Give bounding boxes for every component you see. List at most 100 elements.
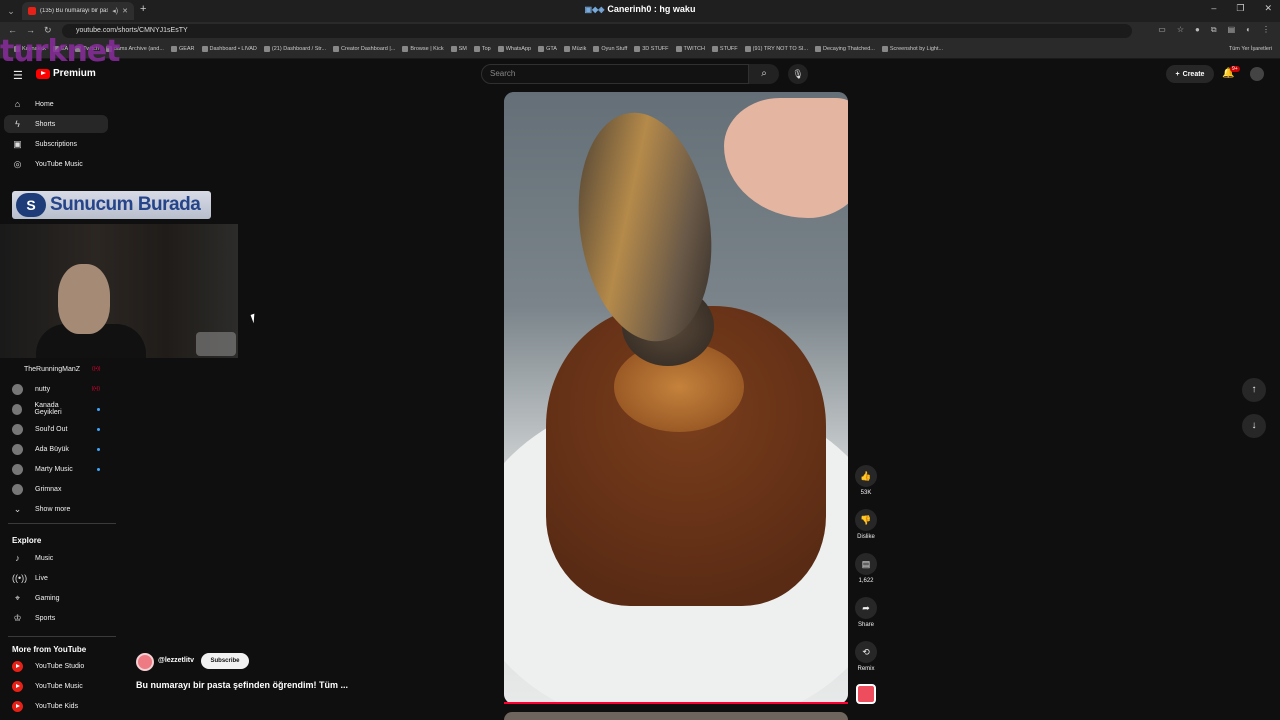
sidebar-icon[interactable]: ▤ xyxy=(1228,25,1236,35)
minimize-icon[interactable]: – xyxy=(1211,3,1216,14)
bookmark-item[interactable]: Müzik xyxy=(563,46,586,52)
previous-short-arrow-icon[interactable]: ↑ xyxy=(1242,378,1266,402)
microphone-icon[interactable]: 🎙 xyxy=(788,64,808,84)
extension-icon[interactable]: ● xyxy=(1195,25,1200,35)
search-input[interactable]: Search xyxy=(481,64,749,84)
comments-action[interactable]: ▤ 1,622 xyxy=(854,553,878,584)
subscribe-button[interactable]: Subscribe xyxy=(201,653,249,669)
cast-icon[interactable]: ▭ xyxy=(1158,25,1166,35)
sidebar-item-sports[interactable]: ♔ Sports xyxy=(4,609,108,627)
show-more-button[interactable]: ⌄ Show more xyxy=(4,500,108,518)
next-short-arrow-icon[interactable]: ↓ xyxy=(1242,414,1266,438)
sidebar-item-label: Ada Büyük xyxy=(35,445,69,453)
create-button[interactable]: + Create xyxy=(1166,65,1214,83)
new-tab-icon[interactable]: + xyxy=(140,3,146,15)
youtube-red-icon xyxy=(12,700,23,712)
bookmark-item[interactable]: Top xyxy=(473,46,491,52)
audio-icon[interactable]: ◂) xyxy=(112,7,118,15)
like-action[interactable]: 👍 53K xyxy=(854,465,878,496)
address-bar: ← → ↻ youtube.com/shorts/CMNYJ1sEsTY ▭ ☆… xyxy=(0,22,1280,40)
sidebar-item-label: Marty Music xyxy=(35,465,73,473)
bookmark-item[interactable]: 3D STUFF xyxy=(634,46,669,52)
sidebar-item-subscriptions[interactable]: ▣ Subscriptions xyxy=(4,135,108,153)
bookmark-favicon-icon xyxy=(170,46,177,52)
youtube-logo[interactable]: Premium xyxy=(36,68,96,79)
bookmark-item[interactable]: STUFF xyxy=(711,46,738,52)
menu-icon[interactable]: ⋮ xyxy=(1262,25,1270,35)
bookmark-item[interactable]: Dashboard • LIVAD xyxy=(201,46,257,52)
remix-icon[interactable]: ⟲ xyxy=(855,641,877,663)
browser-tab[interactable]: (135) Bu numarayı bir pasta... ◂) ✕ xyxy=(22,2,134,20)
bookmark-item[interactable]: Screenshot by Light... xyxy=(881,46,943,52)
comment-count: 1,622 xyxy=(858,578,874,584)
dislike-icon[interactable]: 👎 xyxy=(855,509,877,531)
sidebar-item-youtube-music[interactable]: ◎ YouTube Music xyxy=(4,155,108,173)
search-icon[interactable]: ⌕ xyxy=(749,64,779,84)
all-bookmarks[interactable]: Tüm Yer İşaretleri xyxy=(1229,46,1272,52)
bookmark-item[interactable]: Browse | Kick xyxy=(402,46,444,52)
account-avatar[interactable] xyxy=(1250,67,1264,81)
bookmark-item[interactable]: WhatsApp xyxy=(497,46,531,52)
comment-icon[interactable]: ▤ xyxy=(855,553,877,575)
sidebar-item-home[interactable]: ⌂ Home xyxy=(4,95,108,113)
sidebar-item-live[interactable]: ((•)) Live xyxy=(4,569,108,587)
subscription-item[interactable]: Grimnax xyxy=(4,480,108,498)
video-progress-bar[interactable] xyxy=(504,702,848,704)
next-short-preview[interactable] xyxy=(504,712,848,720)
channel-avatar xyxy=(12,423,23,435)
bookmark-item[interactable]: Oyun Stuff xyxy=(593,46,627,52)
subscription-item[interactable]: nutty ((•)) xyxy=(4,380,108,398)
live-icon: ((•)) xyxy=(12,573,28,583)
share-icon[interactable]: ➦ xyxy=(855,597,877,619)
shorts-video-player[interactable] xyxy=(504,92,848,704)
bookmark-item[interactable]: GTA xyxy=(538,46,557,52)
bookmark-item[interactable]: SM xyxy=(450,46,467,52)
channel-avatar xyxy=(12,383,23,395)
bookmark-star-icon[interactable]: ☆ xyxy=(1177,25,1184,35)
puzzle-icon[interactable]: ⧉ xyxy=(1211,25,1217,35)
subscription-item[interactable]: Ada Büyük xyxy=(4,440,108,458)
sponsor-logo: S xyxy=(16,193,46,217)
subscription-item[interactable]: TheRunningManZ ((•)) xyxy=(4,360,108,378)
remix-action[interactable]: ⟲ Remix xyxy=(854,641,878,672)
bookmark-item[interactable]: TWITCH xyxy=(675,46,705,52)
dislike-action[interactable]: 👎 Dislike xyxy=(854,509,878,540)
bookmark-item[interactable]: (91) TRY NOT TO SI... xyxy=(744,46,808,52)
bookmark-item[interactable]: GEAR xyxy=(170,46,195,52)
share-action[interactable]: ➦ Share xyxy=(854,597,878,628)
profile-icon[interactable]: ◐ xyxy=(1246,25,1251,35)
music-note-icon: ♪ xyxy=(15,553,20,563)
sidebar-item-music[interactable]: ♪ Music xyxy=(4,549,108,567)
share-label: Share xyxy=(857,622,874,628)
music-circle-icon: ◎ xyxy=(13,158,22,169)
explore-heading: Explore xyxy=(12,536,42,545)
channel-avatar[interactable] xyxy=(136,653,154,671)
close-tab-icon[interactable]: ✕ xyxy=(122,7,128,15)
subscription-item[interactable]: Kanada Geyikleri xyxy=(4,400,108,418)
bookmark-item[interactable]: Decaying Thatched... xyxy=(814,46,875,52)
sidebar-item-youtube-kids[interactable]: YouTube Kids xyxy=(4,697,108,715)
bookmark-item[interactable]: Creator Dashboard |... xyxy=(333,46,395,52)
sidebar-item-youtube-studio[interactable]: YouTube Studio xyxy=(4,657,108,675)
like-icon[interactable]: 👍 xyxy=(855,465,877,487)
bookmark-favicon-icon xyxy=(593,46,600,52)
channel-name[interactable]: @lezzetlitv xyxy=(158,657,194,664)
sidebar-item-youtube-music[interactable]: YouTube Music xyxy=(4,677,108,695)
window-title: ▣◆◈ Canerinh0 : hg waku xyxy=(584,4,696,14)
restore-icon[interactable]: ❐ xyxy=(1236,3,1244,14)
subscription-item[interactable]: Soul'd Out xyxy=(4,420,108,438)
sidebar-item-shorts[interactable]: ϟ Shorts xyxy=(4,115,108,133)
sidebar-item-gaming[interactable]: ⌖ Gaming xyxy=(4,589,108,607)
bookmark-item[interactable]: (21) Dashboard / Str... xyxy=(263,46,326,52)
close-window-icon[interactable]: ✕ xyxy=(1264,3,1272,14)
bookmark-favicon-icon xyxy=(263,46,270,52)
short-caption[interactable]: Bu numarayı bir pasta şefinden öğrendim!… xyxy=(136,680,348,690)
bookmark-favicon-icon xyxy=(201,46,208,52)
sidebar-item-label: YouTube Kids xyxy=(35,702,79,710)
subscription-item[interactable]: Marty Music xyxy=(4,460,108,478)
audio-disc-icon[interactable] xyxy=(856,684,876,704)
sidebar-item-label: Home xyxy=(35,100,54,108)
tab-list-icon[interactable]: ⌄ xyxy=(4,4,18,18)
hamburger-menu-icon[interactable]: ☰ xyxy=(13,69,23,82)
url-field[interactable]: youtube.com/shorts/CMNYJ1sEsTY xyxy=(62,24,1132,38)
